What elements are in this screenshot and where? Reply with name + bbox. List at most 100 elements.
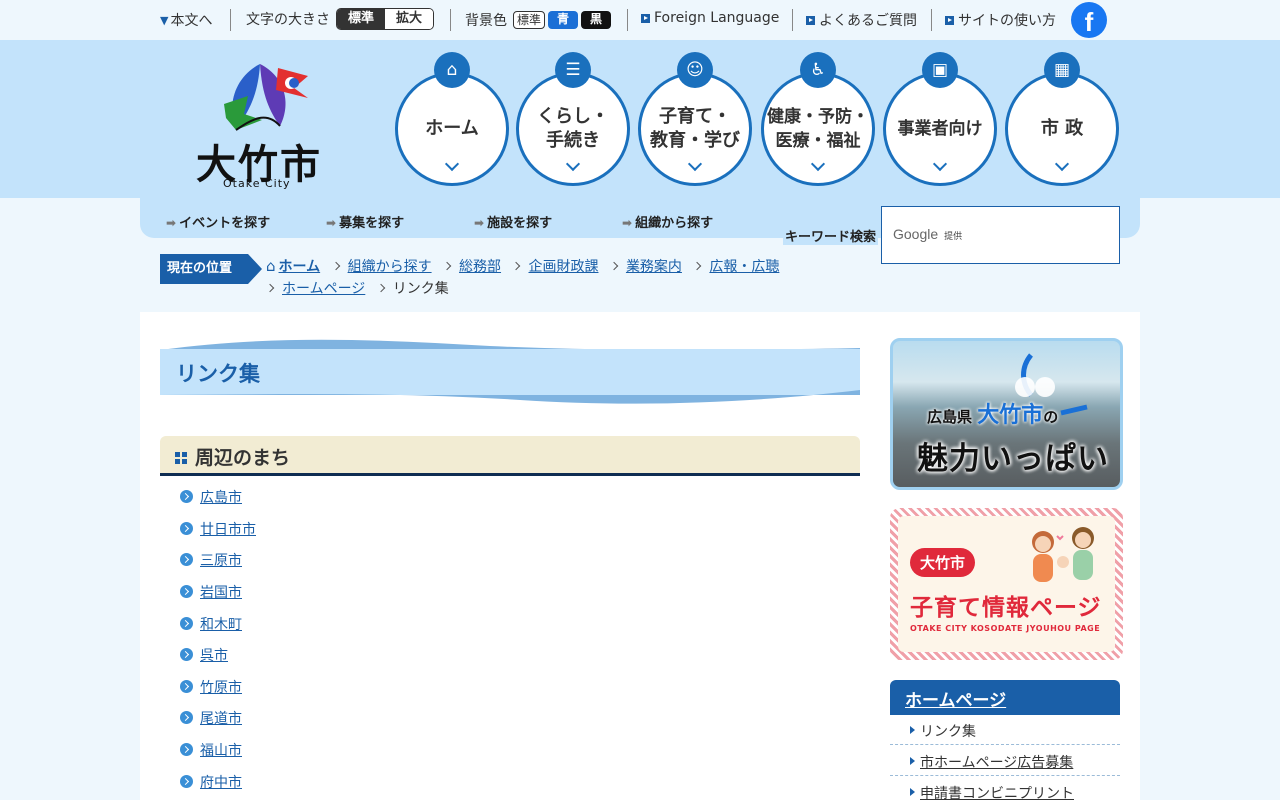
breadcrumb-general-affairs[interactable]: 総務部 [459, 259, 501, 275]
font-size-label: 文字の大きさ [246, 12, 330, 28]
link-mihara[interactable]: 三原市 [200, 553, 242, 569]
nav-business[interactable]: 事業者向け [883, 72, 997, 186]
circle-arrow-icon [180, 743, 193, 756]
triangle-right-icon [910, 788, 915, 796]
nav-living-procedures[interactable]: くらし・ 手続き [516, 72, 630, 186]
font-size-control: 文字の大きさ 標準 拡大 [246, 8, 434, 30]
faq-link[interactable]: よくあるご質問 [806, 10, 917, 30]
find-facilities-label: 施設を探す [487, 216, 553, 231]
link-kure[interactable]: 呉市 [200, 648, 228, 664]
nav-childcare-education[interactable]: 子育て・ 教育・学び [638, 72, 752, 186]
breadcrumb-homepage[interactable]: ホームページ [282, 281, 365, 297]
skip-to-content-link[interactable]: ▼ 本文へ [160, 10, 212, 30]
side-menu-item[interactable]: 市ホームページ広告募集 [890, 746, 1120, 776]
side-menu-item-link[interactable]: 市ホームページ広告募集 [920, 755, 1073, 771]
chevron-right-icon [376, 283, 386, 293]
site-guide-label: サイトの使い方 [958, 13, 1056, 29]
font-large-button[interactable]: 拡大 [385, 9, 433, 29]
google-label: Google [893, 226, 939, 242]
font-size-toggle: 標準 拡大 [336, 8, 434, 30]
circle-arrow-icon [180, 711, 193, 724]
side-menu-item: リンク集 [890, 715, 1120, 745]
nav-home[interactable]: ホーム [395, 72, 509, 186]
find-by-organization-link[interactable]: ➡ 組織から探す [622, 212, 713, 231]
chevron-down-icon [810, 156, 826, 172]
skip-label: 本文へ [170, 13, 213, 29]
family-illustration-icon [1032, 527, 1094, 582]
bg-standard-button[interactable]: 標準 [513, 11, 546, 29]
baby-icon: ☺ [677, 52, 713, 88]
nav-label: ホーム [425, 118, 479, 139]
link-takehara[interactable]: 竹原市 [200, 680, 242, 696]
down-arrow-icon: ▼ [160, 13, 169, 27]
find-recruitment-label: 募集を探す [339, 216, 405, 231]
breadcrumb-line-2: ホームページ リンク集 [259, 278, 449, 298]
home-icon: ⌂ [266, 257, 276, 275]
font-standard-button[interactable]: 標準 [337, 9, 385, 29]
circle-arrow-icon [180, 775, 193, 788]
divider [230, 9, 231, 31]
city-pill-label: 大竹市 [910, 548, 976, 577]
breadcrumb: ⌂ ホーム 組織から探す 総務部 企画財政課 業務案内 広報・広聴 [266, 256, 779, 276]
grid-icon [175, 452, 188, 465]
chevron-right-icon [265, 283, 275, 293]
bg-black-button[interactable]: 黒 [581, 11, 612, 29]
find-facilities-link[interactable]: ➡ 施設を探す [474, 212, 552, 231]
city-label: 大竹市 [977, 403, 1044, 428]
find-events-link[interactable]: ➡ イベントを探す [166, 212, 270, 231]
breadcrumb-public-relations[interactable]: 広報・広聴 [709, 259, 779, 275]
breadcrumb-organizations[interactable]: 組織から探す [348, 259, 432, 275]
list-item: 呉市 [180, 645, 228, 665]
nav-city-government[interactable]: 市 政 [1005, 72, 1119, 186]
find-recruitment-link[interactable]: ➡ 募集を探す [326, 212, 404, 231]
link-iwakuni[interactable]: 岩国市 [200, 585, 242, 601]
link-fuchu[interactable]: 府中市 [200, 775, 242, 791]
foreign-language-link[interactable]: Foreign Language [641, 10, 779, 26]
circle-arrow-icon [180, 648, 193, 661]
link-fukuyama[interactable]: 福山市 [200, 743, 242, 759]
find-events-label: イベントを探す [179, 216, 271, 231]
nav-label: 子育て・ 教育・学び [650, 106, 740, 151]
link-hiroshima[interactable]: 広島市 [200, 490, 242, 506]
list-item: 廿日市市 [180, 519, 256, 539]
side-menu-item-link[interactable]: 申請書コンビニプリント [920, 786, 1074, 800]
bg-blue-button[interactable]: 青 [548, 11, 579, 29]
childcare-info-banner[interactable]: 大竹市 子育て情報ページ OTAKE CITY KOSODATE JYOUHOU… [890, 508, 1123, 660]
breadcrumb-planning-finance[interactable]: 企画財政課 [528, 259, 598, 275]
list-item: 福山市 [180, 740, 242, 760]
circle-arrow-icon [180, 522, 193, 535]
breadcrumb-services[interactable]: 業務案内 [626, 259, 682, 275]
link-hatsukaichi[interactable]: 廿日市市 [200, 522, 256, 538]
breadcrumb-current: リンク集 [392, 281, 449, 297]
site-guide-link[interactable]: サイトの使い方 [945, 10, 1056, 30]
link-waki[interactable]: 和木町 [200, 617, 242, 633]
arrow-right-icon: ➡ [166, 216, 177, 230]
arrow-right-icon: ➡ [622, 216, 633, 230]
side-menu-item[interactable]: 申請書コンビニプリント [890, 777, 1120, 800]
link-onomichi[interactable]: 尾道市 [200, 711, 242, 727]
nav-label: 市 政 [1040, 118, 1084, 139]
divider [450, 9, 451, 31]
breadcrumb-home[interactable]: ホーム [279, 259, 321, 275]
arrow-right-icon: ➡ [326, 216, 337, 230]
find-by-organization-label: 組織から探す [635, 216, 714, 231]
divider [627, 9, 628, 31]
provided-label: 提供 [944, 231, 963, 241]
page-title-banner [160, 339, 860, 404]
facebook-icon[interactable]: f [1071, 2, 1107, 38]
city-charm-banner[interactable]: 広島県 大竹市の 魅力いっぱい [890, 338, 1123, 490]
nav-health-welfare[interactable]: 健康・予防・ 医療・福祉 [761, 72, 875, 186]
wheelchair-icon: ♿ [800, 52, 836, 88]
utility-bar: ▼ 本文へ 文字の大きさ 標準 拡大 背景色 標準 青 黒 Foreign La… [0, 0, 1280, 40]
keyword-search-label: キーワード検索 [783, 226, 879, 245]
side-menu-header[interactable]: ホームページ [890, 680, 1120, 715]
triangle-right-icon [910, 757, 915, 765]
circle-arrow-icon [180, 680, 193, 693]
charm-line-2: 魅力いっぱい [917, 441, 1109, 477]
arrow-icon [806, 15, 815, 25]
bg-color-label: 背景色 [465, 13, 507, 29]
search-input[interactable]: Google 提供 [881, 206, 1120, 264]
chevron-down-icon [687, 156, 703, 172]
triangle-right-icon [910, 726, 915, 734]
nav-label: 健康・予防・ 医療・福祉 [767, 107, 869, 151]
